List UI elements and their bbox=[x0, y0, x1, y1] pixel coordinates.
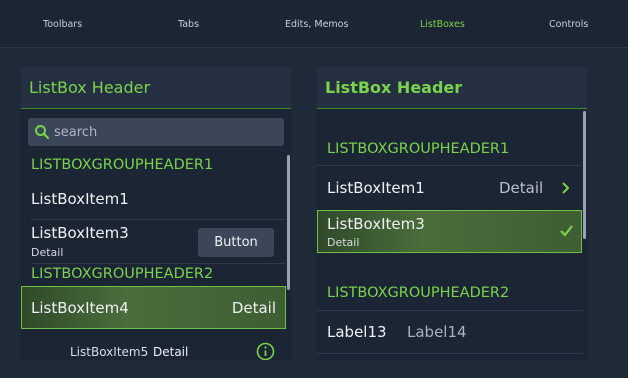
chevron-right-icon bbox=[562, 182, 570, 194]
left-item4-detail: Detail bbox=[231, 299, 276, 317]
label14: Label14 bbox=[407, 323, 467, 341]
tab-edits-memos[interactable]: Edits, Memos bbox=[285, 19, 348, 30]
left-group-header-1: LISTBOXGROUPHEADER1 bbox=[31, 157, 214, 173]
right-group-header-1: LISTBOXGROUPHEADER1 bbox=[327, 141, 510, 157]
right-list-item-1[interactable]: ListBoxItem1 Detail bbox=[317, 167, 582, 207]
divider bbox=[317, 310, 582, 311]
left-list-item-3[interactable]: ListBoxItem3 Detail Button bbox=[21, 220, 286, 263]
divider bbox=[317, 353, 582, 354]
left-item3-title: ListBoxItem3 bbox=[31, 224, 129, 242]
tab-toolbars[interactable]: Toolbars bbox=[43, 19, 82, 30]
tab-controls[interactable]: Controls bbox=[549, 19, 588, 30]
info-icon[interactable] bbox=[256, 342, 275, 360]
left-item5-detail: Detail bbox=[153, 345, 189, 359]
left-scrollbar[interactable] bbox=[287, 155, 290, 290]
search-input[interactable] bbox=[54, 124, 274, 140]
left-list-item-5[interactable]: ListBoxItem5 Detail bbox=[21, 337, 286, 360]
label13: Label13 bbox=[327, 323, 387, 341]
right-list-item-labels[interactable]: Label13 Label14 bbox=[317, 312, 582, 352]
left-listbox[interactable]: ListBox Header LISTBOXGROUPHEADER1 ListB… bbox=[21, 67, 291, 360]
divider bbox=[317, 165, 582, 166]
left-item4-title: ListBoxItem4 bbox=[31, 299, 129, 317]
top-tab-bar: Toolbars Tabs Edits, Memos ListBoxes Con… bbox=[0, 0, 628, 48]
right-item3-detail: Detail bbox=[327, 236, 360, 249]
right-scrollbar[interactable] bbox=[583, 111, 586, 239]
search-icon bbox=[35, 125, 50, 140]
left-item3-detail: Detail bbox=[31, 246, 64, 259]
right-item1-detail: Detail bbox=[499, 179, 544, 197]
left-header-title: ListBox Header bbox=[29, 78, 151, 97]
left-item1-title: ListBoxItem1 bbox=[31, 190, 129, 208]
right-list-item-3-selected[interactable]: ListBoxItem3 Detail bbox=[317, 210, 582, 253]
right-listbox-header: ListBox Header bbox=[317, 67, 587, 109]
left-group-header-2: LISTBOXGROUPHEADER2 bbox=[31, 266, 214, 282]
left-list-item-1[interactable]: ListBoxItem1 bbox=[21, 177, 286, 219]
right-listbox[interactable]: ListBox Header LISTBOXGROUPHEADER1 ListB… bbox=[317, 67, 587, 360]
divider bbox=[31, 263, 285, 264]
right-group-header-2: LISTBOXGROUPHEADER2 bbox=[327, 285, 510, 301]
item3-button[interactable]: Button bbox=[198, 228, 274, 257]
tab-listboxes[interactable]: ListBoxes bbox=[420, 19, 465, 30]
right-header-title: ListBox Header bbox=[325, 78, 463, 97]
check-icon bbox=[560, 225, 573, 237]
right-item3-title: ListBoxItem3 bbox=[327, 215, 425, 233]
tab-tabs[interactable]: Tabs bbox=[178, 19, 199, 30]
search-box[interactable] bbox=[28, 118, 284, 146]
left-item5-title: ListBoxItem5 bbox=[70, 345, 149, 359]
left-list-item-4-selected[interactable]: ListBoxItem4 Detail bbox=[21, 286, 286, 329]
right-item1-title: ListBoxItem1 bbox=[327, 179, 425, 197]
left-listbox-header: ListBox Header bbox=[21, 67, 291, 109]
